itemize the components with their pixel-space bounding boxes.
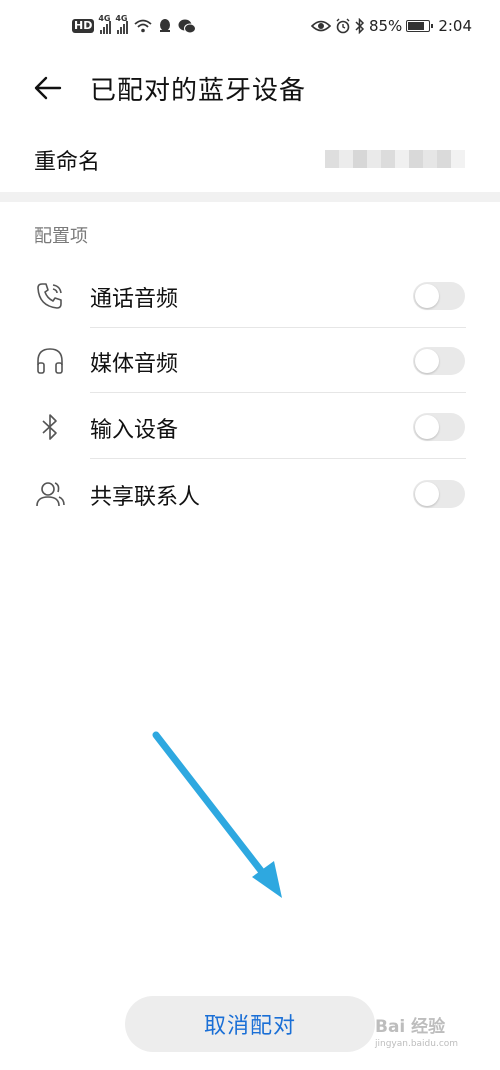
battery-icon [406,20,434,32]
section-separator [0,192,500,202]
page-title: 已配对的蓝牙设备 [90,76,307,106]
contacts-icon [36,482,65,507]
share-contacts-toggle[interactable] [413,480,465,508]
unpair-button[interactable]: 取消配对 [125,996,375,1052]
battery-percent: 85% [368,17,403,35]
qq-icon [160,19,171,32]
input-device-toggle[interactable] [413,413,465,441]
bluetooth-icon [355,18,365,34]
call-audio-toggle[interactable] [413,282,465,310]
wechat-icon [178,19,197,33]
hd-icon: HD [72,19,95,33]
setting-label: 输入设备 [90,418,179,443]
setting-row-call-audio[interactable]: 通话音频 [0,262,500,328]
bluetooth-icon [42,414,57,440]
rename-label: 重命名 [34,150,101,175]
eye-icon [310,20,331,32]
headphones-icon [37,348,63,374]
watermark: Bai 经验 jingyan.baidu.com [375,1017,459,1049]
app-header: 已配对的蓝牙设备 [0,60,500,116]
clock: 2:04 [438,17,472,35]
status-right: 85% 2:04 [310,17,472,35]
phone-icon [37,283,62,309]
signal-icon: 4G [98,14,112,34]
signal-icon: 4G [115,14,129,34]
wifi-icon [134,19,152,33]
setting-row-media-audio[interactable]: 媒体音频 [0,327,500,393]
setting-label: 通话音频 [90,287,179,312]
status-bar: HD 4G 4G 85% 2:04 [0,0,500,58]
section-title: 配置项 [34,226,88,247]
status-left: HD 4G 4G [72,14,197,34]
device-name-redacted [325,150,465,168]
rename-row[interactable]: 重命名 [0,130,500,190]
back-arrow-icon[interactable] [32,73,64,103]
media-audio-toggle[interactable] [413,347,465,375]
setting-row-share-contacts[interactable]: 共享联系人 [0,460,500,526]
setting-label: 媒体音频 [90,352,179,377]
setting-row-input-device[interactable]: 输入设备 [0,393,500,459]
alarm-icon [336,18,350,34]
setting-label: 共享联系人 [90,485,201,510]
